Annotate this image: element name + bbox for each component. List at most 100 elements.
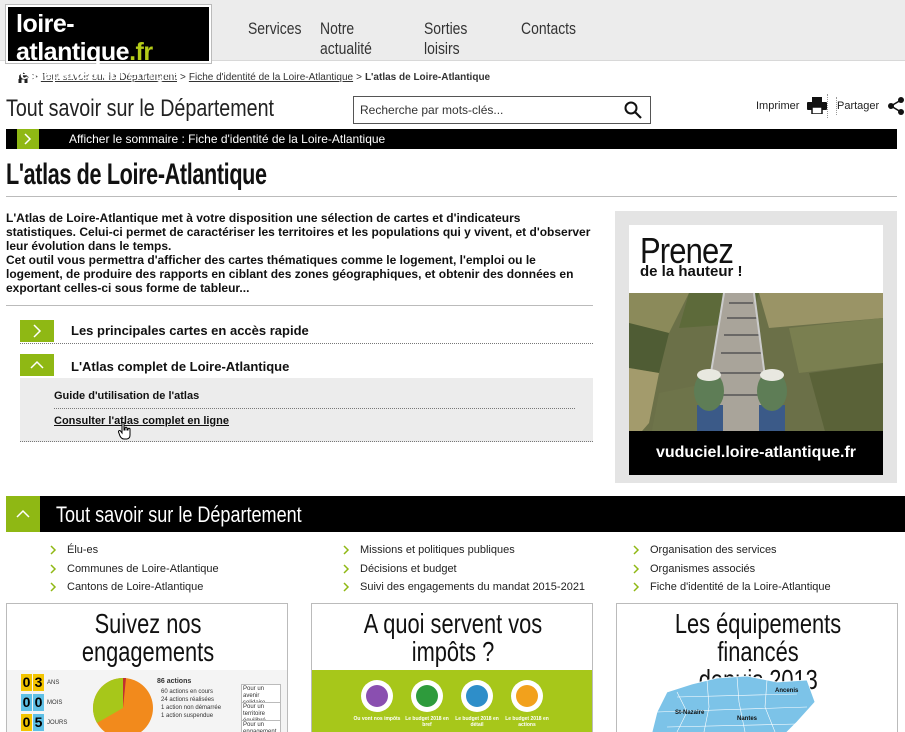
intro-paragraph-2: Cet outil vous permettra d'afficher des … [6, 253, 574, 295]
sommaire-bar[interactable]: Afficher le sommaire : Fiche d'identité … [6, 129, 897, 149]
icon-label: Ou vont nos impôts [353, 716, 401, 722]
nav-services[interactable]: Services [248, 19, 301, 59]
print-button[interactable]: Imprimer [756, 97, 828, 114]
map-label: St-Nazaire [675, 710, 705, 716]
main-nav: Services Notre actualité Sorties loisirs… [248, 19, 576, 59]
hand-cursor-icon [118, 422, 131, 440]
card-equipements[interactable]: Les équipements financésdepuis 2013 Ance… [616, 603, 898, 732]
section-band: Tout savoir sur le Département [6, 496, 905, 532]
card-engagements[interactable]: Suivez nos engagements 0 3 ANS 0 0 MOIS … [6, 603, 288, 732]
counter-digit: 0 [33, 694, 44, 711]
card-impots[interactable]: A quoi servent vos impôts ? Ou vont nos … [311, 603, 593, 732]
status-tag: Pour un engagement citoyen [241, 720, 281, 732]
card-impots-visual: Ou vont nos impôts Le budget 2018 en bre… [312, 670, 592, 732]
chevron-up-icon [20, 354, 54, 376]
card-title: Suivez nos engagements [81, 608, 215, 667]
breadcrumb-current: L'atlas de Loire-Atlantique [364, 72, 491, 83]
title-divider [6, 196, 897, 197]
accordion-label: L'Atlas complet de Loire-Atlantique [71, 359, 290, 374]
share-label: Partager [837, 100, 880, 112]
ad-aerial-photo [629, 293, 883, 446]
link-guide-utilisation[interactable]: Guide d'utilisation de l'atlas [54, 390, 199, 402]
printer-icon [807, 97, 828, 114]
chevron-right-icon [50, 545, 57, 555]
search-box [353, 96, 651, 124]
intro-paragraph-1: L'Atlas de Loire-Atlantique met à votre … [6, 211, 591, 253]
breadcrumb-link-fiche[interactable]: Fiche d'identité de la Loire-Atlantique [189, 72, 353, 83]
tools-divider [827, 94, 828, 118]
links-column-1: Élu-es Communes de Loire-Atlantique Cant… [50, 541, 219, 597]
euro-icon [411, 680, 443, 712]
nav-actualite[interactable]: Notre actualité [320, 19, 383, 59]
link-organisation-services[interactable]: Organisation des services [633, 541, 831, 560]
counter-unit: MOIS [47, 700, 63, 706]
print-label: Imprimer [756, 99, 800, 112]
page-title: L'atlas de Loire-Atlantique [6, 158, 267, 191]
icon-label: Le budget 2018 en détail [455, 716, 499, 728]
chevron-right-icon [343, 545, 350, 555]
chevron-up-icon[interactable] [6, 496, 40, 532]
actions-pie-chart [92, 677, 153, 732]
link-elus[interactable]: Élu-es [50, 541, 219, 560]
nav-contacts[interactable]: Contacts [521, 19, 576, 59]
link-decisions-budget[interactable]: Décisions et budget [343, 560, 585, 579]
accordion-principales-cartes[interactable]: Les principales cartes en accès rapide [20, 316, 593, 344]
counter-digit: 5 [33, 714, 44, 731]
chevron-right-icon [20, 320, 54, 342]
links-column-3: Organisation des services Organismes ass… [633, 541, 831, 597]
counter-unit: ANS [47, 680, 60, 686]
chevron-right-icon [633, 545, 640, 555]
sommaire-label: Afficher le sommaire : Fiche d'identité … [69, 132, 386, 146]
link-communes[interactable]: Communes de Loire-Atlantique [50, 560, 219, 579]
search-input[interactable] [354, 97, 614, 123]
logo-line1: loire-atlantique.fr [16, 10, 153, 66]
ad-banner[interactable]: Prenez de la hauteur ! vuduciel.loire-at… [615, 211, 897, 483]
accordion-header[interactable]: L'Atlas complet de Loire-Atlantique [20, 352, 593, 378]
accordion-item-divider [54, 408, 575, 409]
chevron-right-icon [633, 564, 640, 574]
intro-divider [6, 305, 593, 306]
chevron-right-icon [50, 582, 57, 592]
accordion-label: Les principales cartes en accès rapide [71, 323, 309, 338]
icon-label: Le budget 2018 en bref [405, 716, 449, 728]
card-engagements-visual: 0 3 ANS 0 0 MOIS 0 5 JOURS 86 actions 60… [7, 670, 287, 732]
chevron-right-icon [343, 564, 350, 574]
ad-url: vuduciel.loire-atlantique.fr [629, 431, 883, 475]
share-button[interactable]: Partager [836, 97, 905, 115]
link-cantons[interactable]: Cantons de Loire-Atlantique [50, 578, 219, 597]
search-icon[interactable] [624, 101, 642, 119]
card-title: A quoi servent vos impôts ? [363, 608, 543, 667]
share-icon [888, 97, 905, 115]
counter-digit: 0 [21, 694, 32, 711]
legend-item: 1 action suspendue [161, 713, 214, 719]
link-consulter-atlas[interactable]: Consulter l'atlas complet en ligne [54, 415, 229, 427]
section-title: Tout savoir sur le Département [6, 95, 274, 122]
calendar-icon [511, 680, 543, 712]
chevron-right-icon [343, 582, 350, 592]
magnifier-icon [461, 680, 493, 712]
calculator-icon [361, 680, 393, 712]
department-map [651, 675, 816, 732]
band-title: Tout savoir sur le Département [56, 502, 302, 527]
links-column-2: Missions et politiques publiques Décisio… [343, 541, 585, 597]
legend-item: 1 action non démarrée [161, 705, 222, 711]
legend-item: 60 actions en cours [161, 689, 214, 695]
card-equipements-visual: Ancenis St-Nazaire Nantes [617, 668, 897, 732]
counter-digit: 0 [21, 714, 32, 731]
link-organismes-associes[interactable]: Organismes associés [633, 560, 831, 579]
legend-item: 24 actions réalisées [161, 697, 215, 703]
accordion-atlas-complet: L'Atlas complet de Loire-Atlantique Guid… [20, 352, 593, 442]
ad-inner: Prenez de la hauteur ! vuduciel.loire-at… [629, 225, 883, 475]
map-label: Nantes [737, 716, 758, 722]
nav-sorties-loisirs[interactable]: Sorties loisirs [424, 19, 481, 59]
chevron-right-icon [633, 582, 640, 592]
link-suivi-engagements[interactable]: Suivi des engagements du mandat 2015-202… [343, 578, 585, 597]
chevron-right-icon [50, 564, 57, 574]
site-logo[interactable]: loire-atlantique.fr le Département en li… [6, 5, 211, 83]
link-missions[interactable]: Missions et politiques publiques [343, 541, 585, 560]
chevron-right-icon [17, 129, 39, 149]
link-fiche-identite[interactable]: Fiche d'identité de la Loire-Atlantique [633, 578, 831, 597]
icon-label: Le budget 2018 en actions [505, 716, 549, 728]
ad-subline: de la hauteur ! [640, 263, 743, 280]
logo-line2: le Département en ligne [16, 66, 182, 83]
